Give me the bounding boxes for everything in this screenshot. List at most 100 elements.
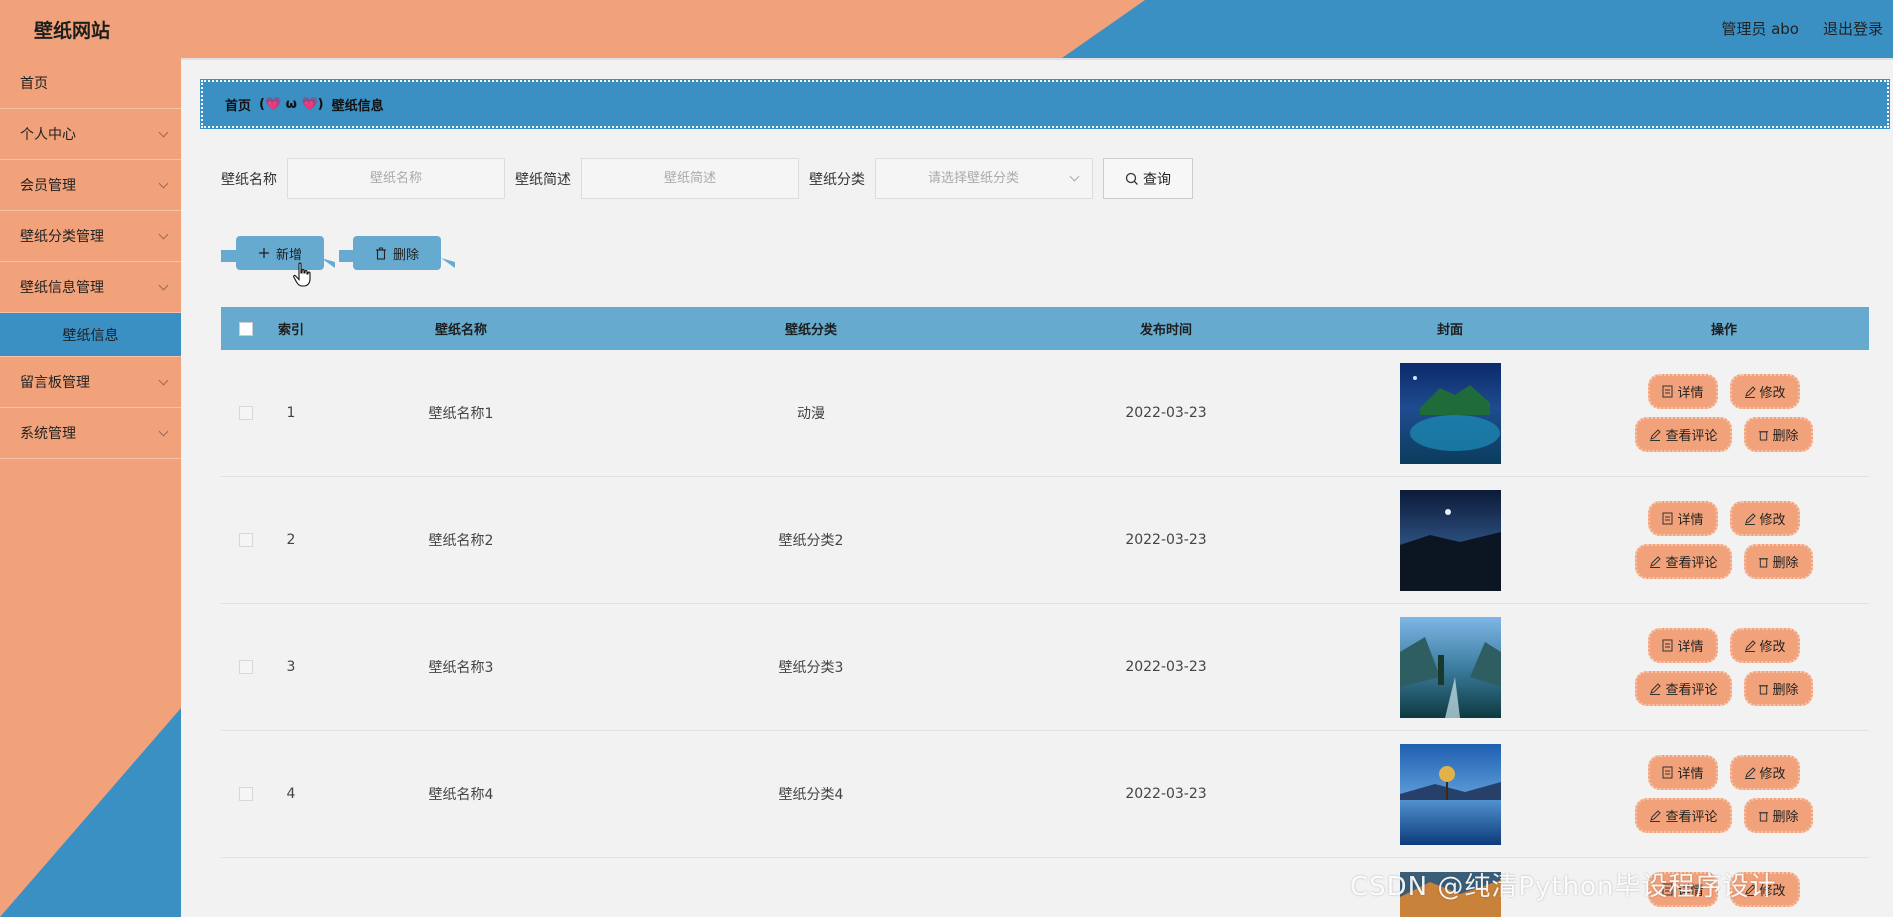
delete-button[interactable]: 删除 [1743, 671, 1813, 706]
row-checkbox[interactable] [239, 406, 253, 420]
search-bar: 壁纸名称 壁纸名称 壁纸简述 壁纸简述 壁纸分类 请选择壁纸分类 查询 [221, 158, 1193, 199]
cover-cell [1321, 743, 1579, 845]
edit-button[interactable]: 修改 [1729, 755, 1800, 790]
query-button-label: 查询 [1143, 171, 1171, 188]
row-actions-line: 详情 修改 [1648, 374, 1800, 409]
edit-icon [1744, 385, 1756, 398]
row-actions-line: 查看评论 删除 [1635, 798, 1813, 833]
table-row: 4 壁纸名称4 壁纸分类4 2022-03-23 详情 修改 查看评论 删除 [221, 731, 1869, 858]
cover-image[interactable] [1399, 616, 1501, 718]
row-date: 2022-03-23 [1125, 532, 1207, 548]
cover-cell [1321, 616, 1579, 718]
table-row: 1 壁纸名称1 动漫 2022-03-23 详情 修改 查看评论 删除 [221, 350, 1869, 477]
row-checkbox[interactable] [239, 533, 253, 547]
sidebar-item-member-management[interactable]: 会员管理 [0, 160, 181, 211]
view-comments-button[interactable]: 查看评论 [1635, 544, 1732, 579]
select-all-cell [221, 321, 271, 336]
breadcrumb-home[interactable]: 首页 [225, 95, 251, 114]
ribbon-tail-decoration [441, 258, 455, 268]
logout-link[interactable]: 退出登录 [1823, 18, 1883, 39]
sidebar-item-label: 留言板管理 [20, 375, 90, 391]
document-icon [1662, 766, 1673, 779]
category-select[interactable]: 请选择壁纸分类 [875, 158, 1093, 199]
cover-image[interactable] [1399, 489, 1501, 591]
row-checkbox-cell [221, 660, 271, 674]
row-actions-line: 查看评论 删除 [1635, 671, 1813, 706]
sidebar-item-label: 会员管理 [20, 178, 76, 194]
row-date: 2022-03-23 [1125, 786, 1207, 802]
column-header: 发布时间 [1139, 323, 1192, 338]
sidebar-item-message-board[interactable]: 留言板管理 [0, 357, 181, 408]
row-actions-line: 详情 修改 [1648, 755, 1800, 790]
edit-icon [1744, 766, 1756, 779]
edit-label: 修改 [1759, 513, 1786, 528]
document-icon [1662, 512, 1673, 525]
view-comments-label: 查看评论 [1665, 556, 1718, 571]
edit-button[interactable]: 修改 [1729, 501, 1800, 536]
site-title: 壁纸网站 [34, 20, 111, 42]
detail-button[interactable]: 详情 [1648, 755, 1718, 790]
sidebar-item-wallpaper-info-management[interactable]: 壁纸信息管理 [0, 262, 181, 313]
row-checkbox[interactable] [239, 660, 253, 674]
edit-label: 修改 [1759, 386, 1786, 401]
sidebar-item-label: 首页 [20, 76, 48, 92]
view-comments-button[interactable]: 查看评论 [1635, 417, 1732, 452]
chevron-down-icon [158, 426, 169, 437]
row-date: 2022-03-23 [1125, 659, 1207, 675]
column-header: 壁纸名称 [434, 323, 487, 338]
desc-filter-label: 壁纸简述 [515, 171, 571, 188]
trash-icon [375, 247, 386, 260]
document-icon [1662, 639, 1673, 652]
row-category: 动漫 [797, 406, 825, 422]
delete-action: 删除 [339, 236, 459, 270]
edit-button[interactable]: 修改 [1729, 374, 1800, 409]
row-actions-line: 详情 修改 [1648, 501, 1800, 536]
desc-search-input[interactable]: 壁纸简述 [581, 158, 799, 199]
view-comments-label: 查看评论 [1665, 810, 1718, 825]
detail-button[interactable]: 详情 [1648, 628, 1718, 663]
view-comments-button[interactable]: 查看评论 [1635, 798, 1732, 833]
detail-button[interactable]: 详情 [1648, 374, 1718, 409]
category-filter-label: 壁纸分类 [809, 171, 865, 188]
sidebar-subitem-wallpaper-info[interactable]: 壁纸信息 [0, 313, 181, 357]
query-button[interactable]: 查询 [1103, 158, 1193, 199]
sidebar: 首页 个人中心 会员管理 壁纸分类管理 壁纸信息管理 壁纸信息 留言板管理 系统… [0, 58, 181, 917]
breadcrumb-current: 壁纸信息 [331, 98, 384, 114]
edit-icon [1650, 809, 1662, 822]
edit-icon [1744, 639, 1756, 652]
row-checkbox-cell [221, 787, 271, 801]
chevron-down-icon [158, 178, 169, 189]
row-index: 1 [286, 405, 296, 421]
trash-icon [1758, 684, 1768, 695]
sidebar-item-system-management[interactable]: 系统管理 [0, 408, 181, 459]
header-orange-band [0, 0, 1145, 58]
delete-button[interactable]: 删除 [1743, 544, 1813, 579]
row-category: 壁纸分类3 [778, 660, 844, 676]
cover-image[interactable] [1399, 362, 1501, 464]
chevron-down-icon [1069, 171, 1080, 182]
batch-delete-button[interactable]: 删除 [353, 236, 441, 270]
delete-label: 删除 [1772, 556, 1799, 571]
sidebar-item-category-management[interactable]: 壁纸分类管理 [0, 211, 181, 262]
detail-button[interactable]: 详情 [1648, 501, 1718, 536]
row-checkbox[interactable] [239, 787, 253, 801]
sidebar-item-personal-center[interactable]: 个人中心 [0, 109, 181, 160]
select-all-checkbox[interactable] [239, 321, 253, 336]
cover-image[interactable] [1399, 743, 1501, 845]
delete-button[interactable]: 删除 [1743, 798, 1813, 833]
sidebar-item-label: 系统管理 [20, 426, 76, 442]
view-comments-button[interactable]: 查看评论 [1635, 671, 1732, 706]
edit-icon [1650, 682, 1662, 695]
delete-label: 删除 [1772, 429, 1799, 444]
sidebar-item-label: 壁纸分类管理 [20, 229, 104, 245]
search-icon [1125, 172, 1138, 185]
document-icon [1662, 385, 1673, 398]
edit-button[interactable]: 修改 [1729, 628, 1800, 663]
sidebar-item-home[interactable]: 首页 [0, 58, 181, 109]
row-category: 壁纸分类4 [778, 787, 844, 803]
admin-user-label[interactable]: 管理员 abo [1721, 18, 1799, 39]
add-button-label: 新增 [275, 247, 302, 263]
row-category: 壁纸分类2 [778, 533, 844, 549]
name-search-input[interactable]: 壁纸名称 [287, 158, 505, 199]
delete-button[interactable]: 删除 [1743, 417, 1813, 452]
